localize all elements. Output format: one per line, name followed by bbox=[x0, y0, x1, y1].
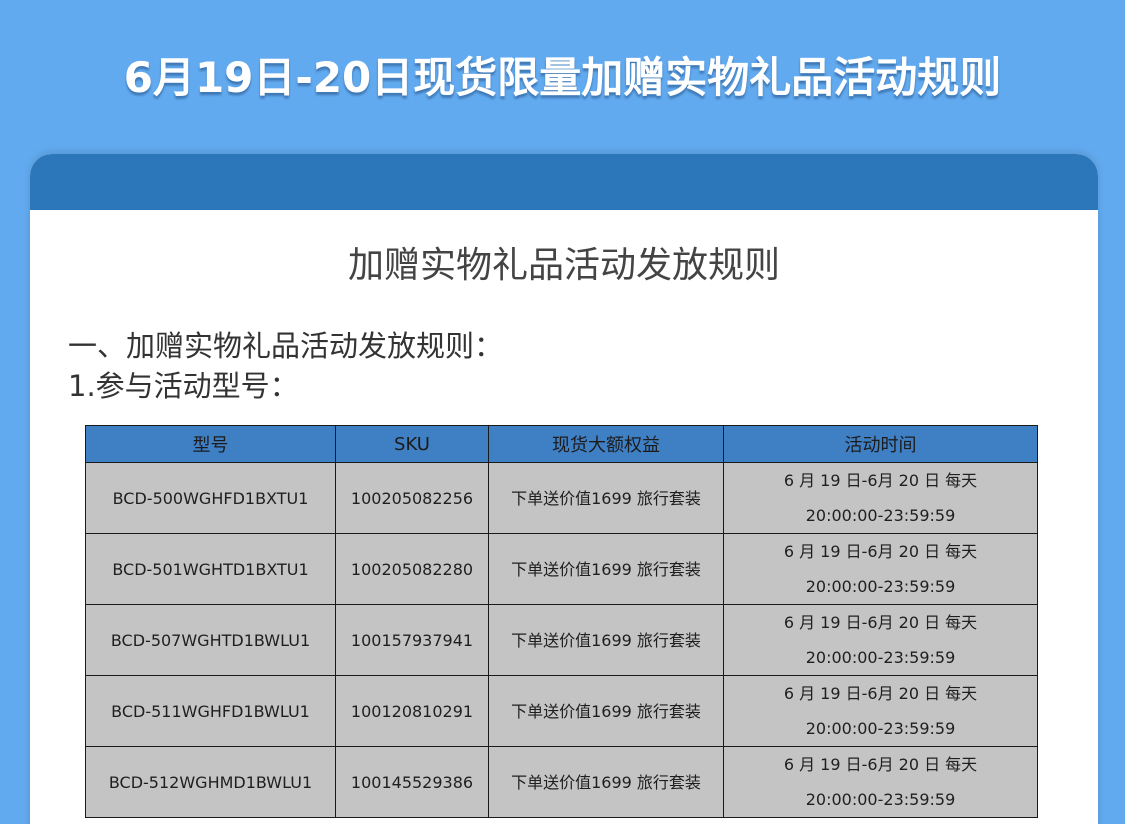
cell-model: BCD-511WGHFD1BWLU1 bbox=[85, 675, 336, 747]
cell-sku: 100157937941 bbox=[335, 604, 489, 676]
cell-time: 6 月 19 日-6月 20 日 每天 20:00:00-23:59:59 bbox=[723, 746, 1038, 818]
banner-title: 6月19日-20日现货限量加赠实物礼品活动规则 bbox=[123, 53, 1002, 102]
page: 6月19日-20日现货限量加赠实物礼品活动规则 加赠实物礼品活动发放规则 一、加… bbox=[0, 0, 1125, 824]
cell-sku: 100205082280 bbox=[335, 533, 489, 605]
cell-model: BCD-507WGHTD1BWLU1 bbox=[85, 604, 336, 676]
rules-section: 一、加赠实物礼品活动发放规则： 1.参与活动型号： bbox=[68, 326, 503, 406]
table-row: BCD-500WGHFD1BXTU1 100205082256 下单送价值169… bbox=[85, 462, 1038, 534]
time-range: 20:00:00-23:59:59 bbox=[805, 577, 956, 596]
time-date: 6 月 19 日-6月 20 日 每天 bbox=[783, 542, 978, 561]
cell-benefit: 下单送价值1699 旅行套装 bbox=[488, 675, 724, 747]
table-row: BCD-512WGHMD1BWLU1 100145529386 下单送价值169… bbox=[85, 746, 1038, 818]
models-table: 型号 SKU 现货大额权益 活动时间 BCD-500WGHFD1BXTU1 10… bbox=[85, 425, 1038, 818]
table-row: BCD-511WGHFD1BWLU1 100120810291 下单送价值169… bbox=[85, 675, 1038, 747]
cell-model: BCD-501WGHTD1BXTU1 bbox=[85, 533, 336, 605]
header-model: 型号 bbox=[85, 425, 336, 463]
cell-model: BCD-512WGHMD1BWLU1 bbox=[85, 746, 336, 818]
cell-sku: 100145529386 bbox=[335, 746, 489, 818]
card-header-bar bbox=[30, 154, 1098, 210]
header-benefit: 现货大额权益 bbox=[488, 425, 724, 463]
cell-time: 6 月 19 日-6月 20 日 每天 20:00:00-23:59:59 bbox=[723, 675, 1038, 747]
cell-sku: 100205082256 bbox=[335, 462, 489, 534]
header-time: 活动时间 bbox=[723, 425, 1038, 463]
rules-card: 加赠实物礼品活动发放规则 一、加赠实物礼品活动发放规则： 1.参与活动型号： 型… bbox=[30, 154, 1098, 824]
table-row: BCD-507WGHTD1BWLU1 100157937941 下单送价值169… bbox=[85, 604, 1038, 676]
cell-model: BCD-500WGHFD1BXTU1 bbox=[85, 462, 336, 534]
time-date: 6 月 19 日-6月 20 日 每天 bbox=[783, 471, 978, 490]
cell-time: 6 月 19 日-6月 20 日 每天 20:00:00-23:59:59 bbox=[723, 462, 1038, 534]
cell-time: 6 月 19 日-6月 20 日 每天 20:00:00-23:59:59 bbox=[723, 533, 1038, 605]
cell-benefit: 下单送价值1699 旅行套装 bbox=[488, 604, 724, 676]
cell-benefit: 下单送价值1699 旅行套装 bbox=[488, 746, 724, 818]
time-range: 20:00:00-23:59:59 bbox=[805, 506, 956, 525]
cell-time: 6 月 19 日-6月 20 日 每天 20:00:00-23:59:59 bbox=[723, 604, 1038, 676]
section-heading: 一、加赠实物礼品活动发放规则： bbox=[68, 329, 504, 363]
cell-sku: 100120810291 bbox=[335, 675, 489, 747]
time-range: 20:00:00-23:59:59 bbox=[805, 648, 956, 667]
time-range: 20:00:00-23:59:59 bbox=[805, 790, 956, 809]
cell-benefit: 下单送价值1699 旅行套装 bbox=[488, 462, 724, 534]
subsection-heading: 1.参与活动型号： bbox=[68, 369, 299, 403]
cell-benefit: 下单送价值1699 旅行套装 bbox=[488, 533, 724, 605]
card-title: 加赠实物礼品活动发放规则 bbox=[347, 245, 780, 286]
time-range: 20:00:00-23:59:59 bbox=[805, 719, 956, 738]
table-header-row: 型号 SKU 现货大额权益 活动时间 bbox=[85, 425, 1038, 463]
header-sku: SKU bbox=[335, 425, 489, 463]
time-date: 6 月 19 日-6月 20 日 每天 bbox=[783, 755, 978, 774]
table-row: BCD-501WGHTD1BXTU1 100205082280 下单送价值169… bbox=[85, 533, 1038, 605]
time-date: 6 月 19 日-6月 20 日 每天 bbox=[783, 613, 978, 632]
time-date: 6 月 19 日-6月 20 日 每天 bbox=[783, 684, 978, 703]
